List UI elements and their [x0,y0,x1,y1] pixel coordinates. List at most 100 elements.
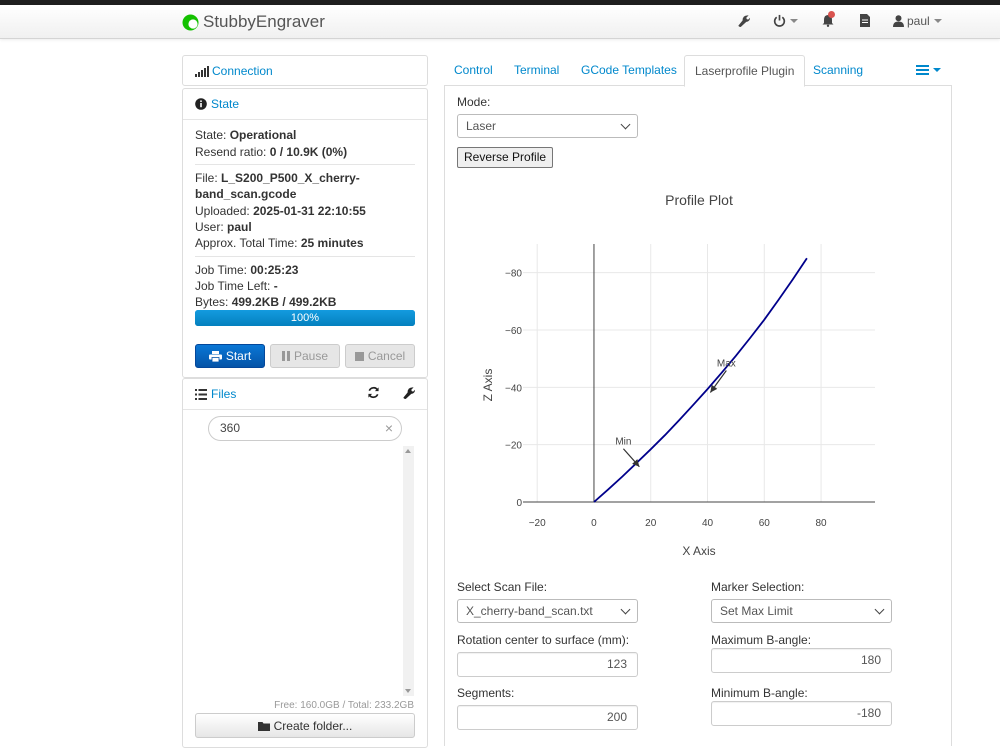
files-label: Files [211,387,237,401]
app-title: StubbyEngraver [203,12,325,31]
octoprint-logo-icon [182,14,199,30]
state-label: State [211,97,240,111]
connection-panel: Connection [182,55,428,86]
user-row: User: paul [195,220,252,234]
connection-header[interactable]: Connection [195,64,273,78]
settings-wrench-button[interactable] [737,14,750,27]
file-row-continued: band_scan.gcode [195,187,297,201]
wrench-icon [738,15,750,27]
logs-button[interactable] [860,14,870,27]
pause-icon [281,351,290,361]
reverse-profile-button[interactable]: Reverse Profile [457,147,554,168]
bytes-row: Bytes: 499.2KB / 499.2KB [195,295,337,309]
storage-free-text: Free: 160.0GB / Total: 233.2GB [274,700,414,711]
system-menu-button[interactable] [773,14,798,27]
refresh-icon [368,386,379,399]
state-header[interactable]: State [195,97,239,111]
job-time-row: Job Time: 00:25:23 [195,263,299,277]
divider [183,409,427,410]
tab-terminal[interactable]: Terminal [504,55,569,86]
annotation-label: Max [717,358,736,369]
user-menu-button[interactable]: paul [893,14,942,28]
notification-badge [828,11,835,18]
files-panel: Files 360 × Free: 160.0GB / Total: 233.2… [182,378,428,748]
chevron-down-icon [620,119,631,129]
scan-file-select[interactable]: X_cherry-band_scan.txt [457,599,638,623]
start-button[interactable]: Start [195,344,265,368]
marker-selection-select[interactable]: Set Max Limit [711,599,892,623]
uploaded-row: Uploaded: 2025-01-31 22:10:55 [195,204,366,218]
mode-select[interactable]: Laser [457,114,638,138]
profile-plot[interactable]: Profile Plot −20 0 20 40 60 80 0 −20 −40 −60 −80 M… [445,182,951,582]
mode-label: Mode: [457,95,491,109]
profile-line [593,257,808,503]
chevron-down-icon [933,19,942,23]
cancel-button[interactable]: Cancel [345,344,415,368]
rotation-center-input[interactable]: 123 [457,652,638,677]
hamburger-icon [916,65,929,75]
y-tick-label: −60 [505,326,522,337]
laserprofile-content: Mode: Laser Reverse Profile Profile Plot… [444,86,952,746]
marker-selection-label: Marker Selection: [711,580,805,594]
info-icon [195,98,207,110]
connection-label: Connection [212,64,273,78]
x-tick-label: 40 [702,518,714,529]
main-tabs: Control Terminal GCode Templates Laserpr… [444,55,952,87]
y-tick-label: 0 [516,498,522,509]
notifications-button[interactable] [822,11,835,27]
file-icon [860,14,870,27]
divider [195,256,415,257]
create-folder-button[interactable]: Create folder... [195,713,415,738]
wrench-icon [403,387,415,399]
files-header[interactable]: Files [195,387,236,401]
job-time-left-row: Job Time Left: - [195,279,278,293]
scroll-up-icon[interactable] [405,449,411,453]
more-tabs-menu[interactable] [916,65,941,75]
pause-button[interactable]: Pause [270,344,340,368]
folder-icon [257,721,270,731]
refresh-files-button[interactable] [367,386,380,402]
segments-input[interactable]: 200 [457,705,638,730]
brand[interactable]: StubbyEngraver [182,12,325,32]
signal-icon [195,65,209,77]
scan-file-label: Select Scan File: [457,580,548,594]
x-tick-label: 60 [759,518,771,529]
y-axis-label: Z Axis [481,369,495,402]
power-icon [773,14,786,27]
y-tick-label: −40 [505,383,522,394]
tab-control[interactable]: Control [444,55,503,86]
scroll-down-icon[interactable] [405,689,411,693]
chevron-down-icon [933,68,941,72]
file-list-scrollbar[interactable] [403,446,414,696]
min-b-angle-label: Minimum B-angle: [711,686,808,700]
y-tick-label: −80 [505,269,522,280]
y-tick-label: −20 [505,441,522,452]
tab-laserprofile-plugin[interactable]: Laserprofile Plugin [684,55,806,87]
segments-label: Segments: [457,686,515,700]
chevron-down-icon [874,604,885,614]
x-tick-label: 20 [645,518,657,529]
file-search-input[interactable]: 360 × [208,416,402,441]
resend-row: Resend ratio: 0 / 10.9K (0%) [195,145,348,159]
x-tick-label: 80 [816,518,828,529]
chevron-down-icon [620,604,631,614]
stop-icon [354,351,364,361]
divider [195,164,415,165]
navbar: StubbyEngraver paul [0,5,1000,39]
annotation-label: Min [615,437,631,448]
file-settings-button[interactable] [402,386,415,402]
tab-scanning[interactable]: Scanning [803,55,873,86]
x-axis-label: X Axis [682,544,715,558]
clear-search-icon[interactable]: × [385,417,393,440]
chart-title: Profile Plot [665,192,733,208]
approx-time-row: Approx. Total Time: 25 minutes [195,236,364,250]
progress-text: 100% [290,312,320,324]
min-b-angle-input[interactable]: -180 [711,701,892,726]
state-panel: State State: Operational Resend ratio: 0… [182,88,428,378]
chevron-down-icon [790,18,798,23]
print-progress-bar: 100% [195,310,415,326]
max-b-angle-input[interactable]: 180 [711,648,892,673]
file-row: File: L_S200_P500_X_cherry- [195,171,360,185]
tab-gcode-templates[interactable]: GCode Templates [571,55,687,86]
divider [183,119,427,120]
